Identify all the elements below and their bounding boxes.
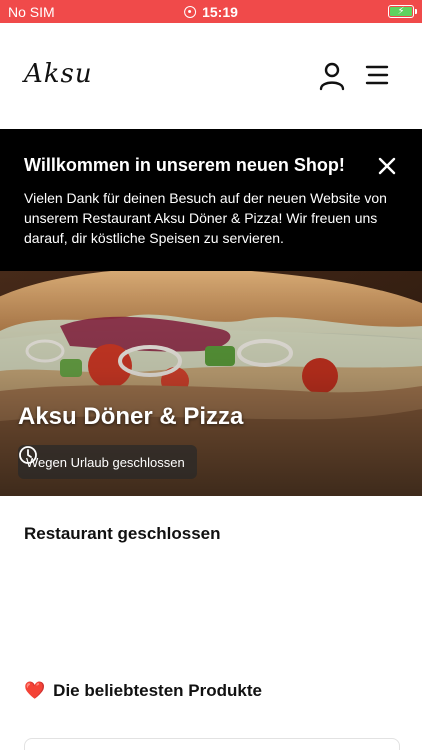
close-icon xyxy=(378,157,396,175)
closed-heading: Restaurant geschlossen xyxy=(24,524,221,543)
restaurant-hero: Aksu Döner & Pizza Wegen Urlaub geschlos… xyxy=(0,271,422,496)
opening-status-badge: Wegen Urlaub geschlossen xyxy=(18,445,197,479)
user-icon xyxy=(319,62,345,91)
status-time: 15:19 xyxy=(202,3,238,20)
account-button[interactable] xyxy=(318,61,346,91)
hamburger-menu-icon xyxy=(365,65,389,85)
opening-status-text: Wegen Urlaub geschlossen xyxy=(26,454,185,470)
carrier-label: No SIM xyxy=(8,3,55,20)
brand-logo[interactable]: Aksu xyxy=(24,59,93,89)
popular-products-heading: ❤️ Die beliebtesten Produkte xyxy=(24,681,262,701)
welcome-banner: Willkommen in unserem neuen Shop! Vielen… xyxy=(0,129,422,271)
alarm-icon xyxy=(184,5,197,18)
charging-bolt-icon: ⚡ xyxy=(397,5,405,17)
product-card[interactable] xyxy=(24,738,400,750)
clock-icon xyxy=(19,446,37,464)
restaurant-name: Aksu Döner & Pizza xyxy=(18,403,244,430)
heart-icon: ❤️ xyxy=(24,681,46,700)
site-header: Aksu xyxy=(0,23,422,129)
welcome-text: Vielen Dank für deinen Besuch auf der ne… xyxy=(24,190,387,246)
close-banner-button[interactable] xyxy=(378,157,396,175)
status-time-group: 15:19 xyxy=(184,4,238,20)
welcome-title: Willkommen in unserem neuen Shop! xyxy=(24,155,345,175)
status-bar: No SIM 15:19 ⚡ xyxy=(0,0,422,23)
menu-button[interactable] xyxy=(364,63,390,87)
battery-icon: ⚡ xyxy=(388,5,417,18)
popular-products-title: Die beliebtesten Produkte xyxy=(53,681,262,700)
